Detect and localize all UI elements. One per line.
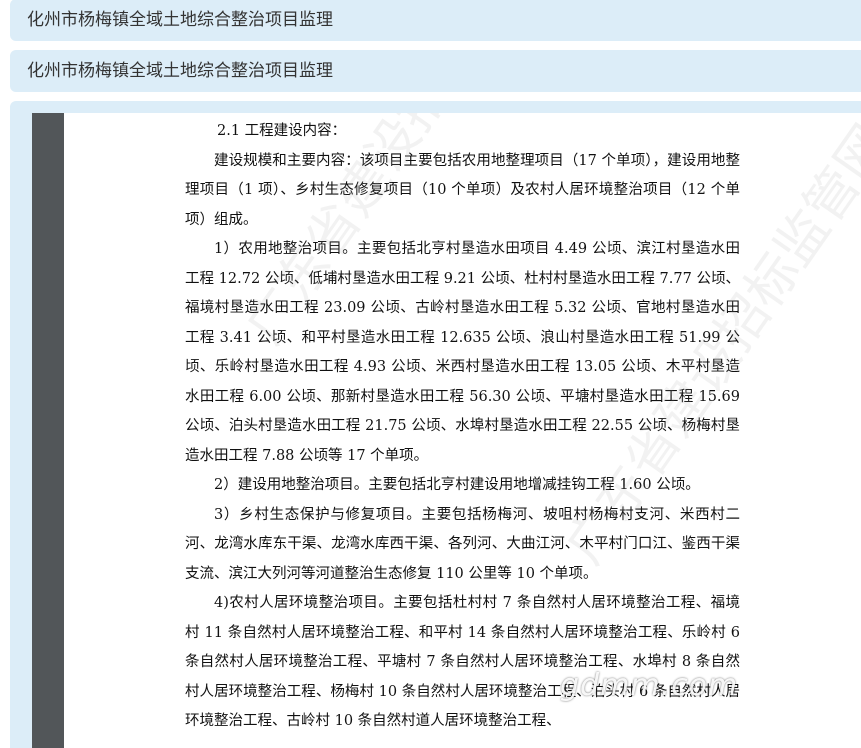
document-page: 2.1 工程建设内容： 建设规模和主要内容：该项目主要包括农用地整理项目（17 … [64,113,861,748]
viewer-background: 2.1 工程建设内容： 建设规模和主要内容：该项目主要包括农用地整理项目（17 … [32,113,861,748]
paragraph-farmland: 1）农用地整治项目。主要包括北亨村垦造水田项目 4.49 公顷、滨江村垦造水田工… [185,241,740,464]
project-title-bar-secondary[interactable]: 化州市杨梅镇全域土地综合整治项目监理 [10,50,861,92]
project-title-secondary: 化州市杨梅镇全域土地综合整治项目监理 [27,61,333,81]
project-title-bar[interactable]: 化州市杨梅镇全域土地综合整治项目监理 [10,0,861,41]
paragraph-scope: 建设规模和主要内容：该项目主要包括农用地整理项目（17 个单项），建设用地整理项… [185,152,740,228]
paragraph-living-environment: 4)农村人居环境整治项目。主要包括杜村村 7 条自然村人居环境整治工程、福境村 … [185,595,740,729]
section-heading: 2.1 工程建设内容： [217,123,347,139]
project-title: 化州市杨梅镇全域土地综合整治项目监理 [27,10,333,30]
site-watermark: gdmm.com [560,668,739,703]
document-viewer: 2.1 工程建设内容： 建设规模和主要内容：该项目主要包括农用地整理项目（17 … [10,101,861,748]
paragraph-construction-land: 2）建设用地整治项目。主要包括北亨村建设用地增减挂钩工程 1.60 公顷。 [214,477,700,493]
paragraph-ecology: 3）乡村生态保护与修复项目。主要包括杨梅河、坡咀村杨梅村支河、米西村二河、龙湾水… [185,506,740,582]
document-body: 2.1 工程建设内容： 建设规模和主要内容：该项目主要包括农用地整理项目（17 … [185,117,740,737]
